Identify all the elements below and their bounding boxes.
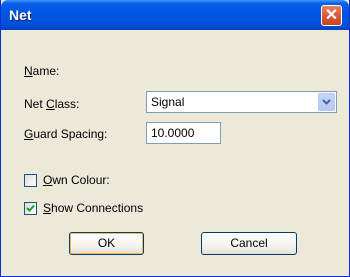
show-connections-checkbox[interactable] xyxy=(24,202,37,215)
checkmark-icon xyxy=(26,204,35,212)
name-label-mnemonic: N xyxy=(24,64,33,78)
net-class-dropdown-button[interactable] xyxy=(318,93,335,111)
close-button[interactable]: ✕ xyxy=(321,5,342,26)
chevron-down-icon xyxy=(322,99,331,105)
show-connections-label-rest: how Connections xyxy=(51,201,144,215)
show-connections-label-mnemonic: S xyxy=(43,201,52,215)
net-class-value: Signal xyxy=(151,95,185,109)
cancel-button[interactable]: Cancel xyxy=(201,232,297,255)
name-label-rest: ame: xyxy=(32,64,60,78)
own-colour-label[interactable]: Own Colour: xyxy=(43,173,110,187)
window-title: Net xyxy=(9,7,32,23)
guard-spacing-label-rest: uard Spacing: xyxy=(33,127,108,141)
net-class-select[interactable]: Signal xyxy=(146,91,337,113)
close-icon: ✕ xyxy=(324,7,339,24)
name-label: Name: xyxy=(24,64,59,78)
net-class-label: Net Class: xyxy=(24,97,79,111)
title-bar[interactable]: Net ✕ xyxy=(1,0,349,30)
guard-spacing-label: Guard Spacing: xyxy=(24,127,107,141)
show-connections-label[interactable]: Show Connections xyxy=(43,201,143,215)
guard-spacing-input[interactable]: 10.0000 xyxy=(146,122,221,144)
net-class-label-mnemonic: C xyxy=(46,97,55,111)
guard-spacing-label-mnemonic: G xyxy=(24,127,34,141)
ok-button[interactable]: OK xyxy=(69,232,144,255)
own-colour-label-mnemonic: O xyxy=(43,173,53,187)
own-colour-label-rest: wn Colour: xyxy=(52,173,110,187)
net-dialog: Net ✕ Name: Net Class: Signal Guard Spac… xyxy=(0,0,350,277)
own-colour-checkbox[interactable] xyxy=(24,174,37,187)
net-class-label-rest: lass: xyxy=(54,97,80,111)
net-class-label-start: Net xyxy=(24,97,47,111)
